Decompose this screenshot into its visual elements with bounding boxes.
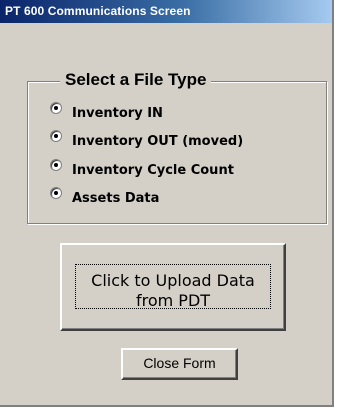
close-form-button[interactable]: Close Form [121, 348, 238, 380]
radio-button[interactable] [50, 159, 62, 171]
communications-window: PT 600 Communications Screen Select a Fi… [0, 0, 334, 407]
radio-option-inventory-in[interactable]: Inventory IN [50, 102, 163, 123]
radio-label: Inventory OUT (moved) [72, 133, 244, 149]
radio-button[interactable] [50, 187, 62, 199]
radio-option-assets-data[interactable]: Assets Data [50, 187, 160, 208]
radio-button[interactable] [50, 102, 62, 114]
radio-label: Inventory Cycle Count [72, 162, 234, 178]
radio-option-inventory-cycle-count[interactable]: Inventory Cycle Count [50, 159, 234, 180]
radio-option-inventory-out[interactable]: Inventory OUT (moved) [50, 130, 244, 151]
file-type-group-legend: Select a File Type [60, 70, 212, 90]
radio-label: Assets Data [72, 190, 160, 206]
upload-button-label: Click to Upload Data from PDT [91, 271, 255, 310]
title-bar[interactable]: PT 600 Communications Screen [0, 0, 332, 23]
radio-label: Inventory IN [72, 105, 163, 121]
radio-button[interactable] [50, 130, 62, 142]
window-title: PT 600 Communications Screen [5, 4, 191, 18]
upload-data-button[interactable]: Click to Upload Data from PDT [60, 243, 286, 331]
